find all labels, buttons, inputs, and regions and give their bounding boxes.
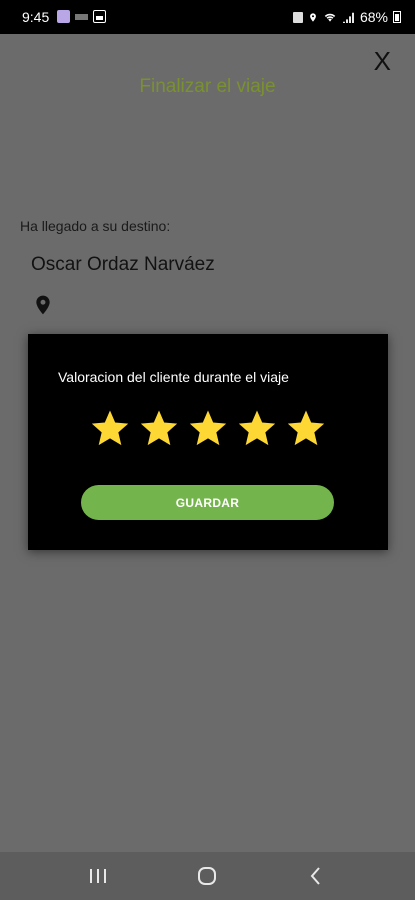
status-time: 9:45 (22, 9, 50, 25)
home-icon (198, 867, 216, 885)
star-icon[interactable] (188, 408, 228, 448)
rating-dialog: Valoracion del cliente durante el viaje … (28, 334, 388, 550)
status-left-icons (57, 10, 106, 23)
home-button[interactable] (177, 852, 237, 900)
star-icon[interactable] (286, 408, 326, 448)
close-button[interactable]: X (374, 46, 391, 77)
arrived-label: Ha llegado a su destino: (20, 218, 171, 234)
signal-icon (343, 12, 354, 23)
navigation-bar (0, 852, 415, 900)
location-icon (310, 12, 316, 22)
star-icon[interactable] (139, 408, 179, 448)
star-icon[interactable] (237, 408, 277, 448)
client-name: Oscar Ordaz Narváez (31, 254, 215, 275)
save-button[interactable]: GUARDAR (81, 485, 334, 520)
location-pin-icon (36, 295, 50, 315)
recent-apps-button[interactable] (68, 852, 128, 900)
status-right-icons: 68% (292, 9, 401, 25)
mute-icon (292, 11, 303, 23)
image-icon (93, 10, 106, 23)
star-icon[interactable] (90, 408, 130, 448)
recent-apps-icon (90, 869, 106, 883)
notification-icon (75, 14, 88, 20)
back-icon (310, 867, 320, 885)
app-icon (57, 10, 70, 23)
back-button[interactable] (285, 852, 345, 900)
page-title: Finalizar el viaje (139, 76, 276, 97)
rating-prompt: Valoracion del cliente durante el viaje (58, 369, 289, 385)
rating-stars (90, 408, 326, 448)
battery-icon (393, 11, 401, 23)
wifi-icon (324, 13, 336, 22)
battery-percent: 68% (359, 9, 388, 25)
status-bar: 9:45 68% (0, 0, 415, 34)
